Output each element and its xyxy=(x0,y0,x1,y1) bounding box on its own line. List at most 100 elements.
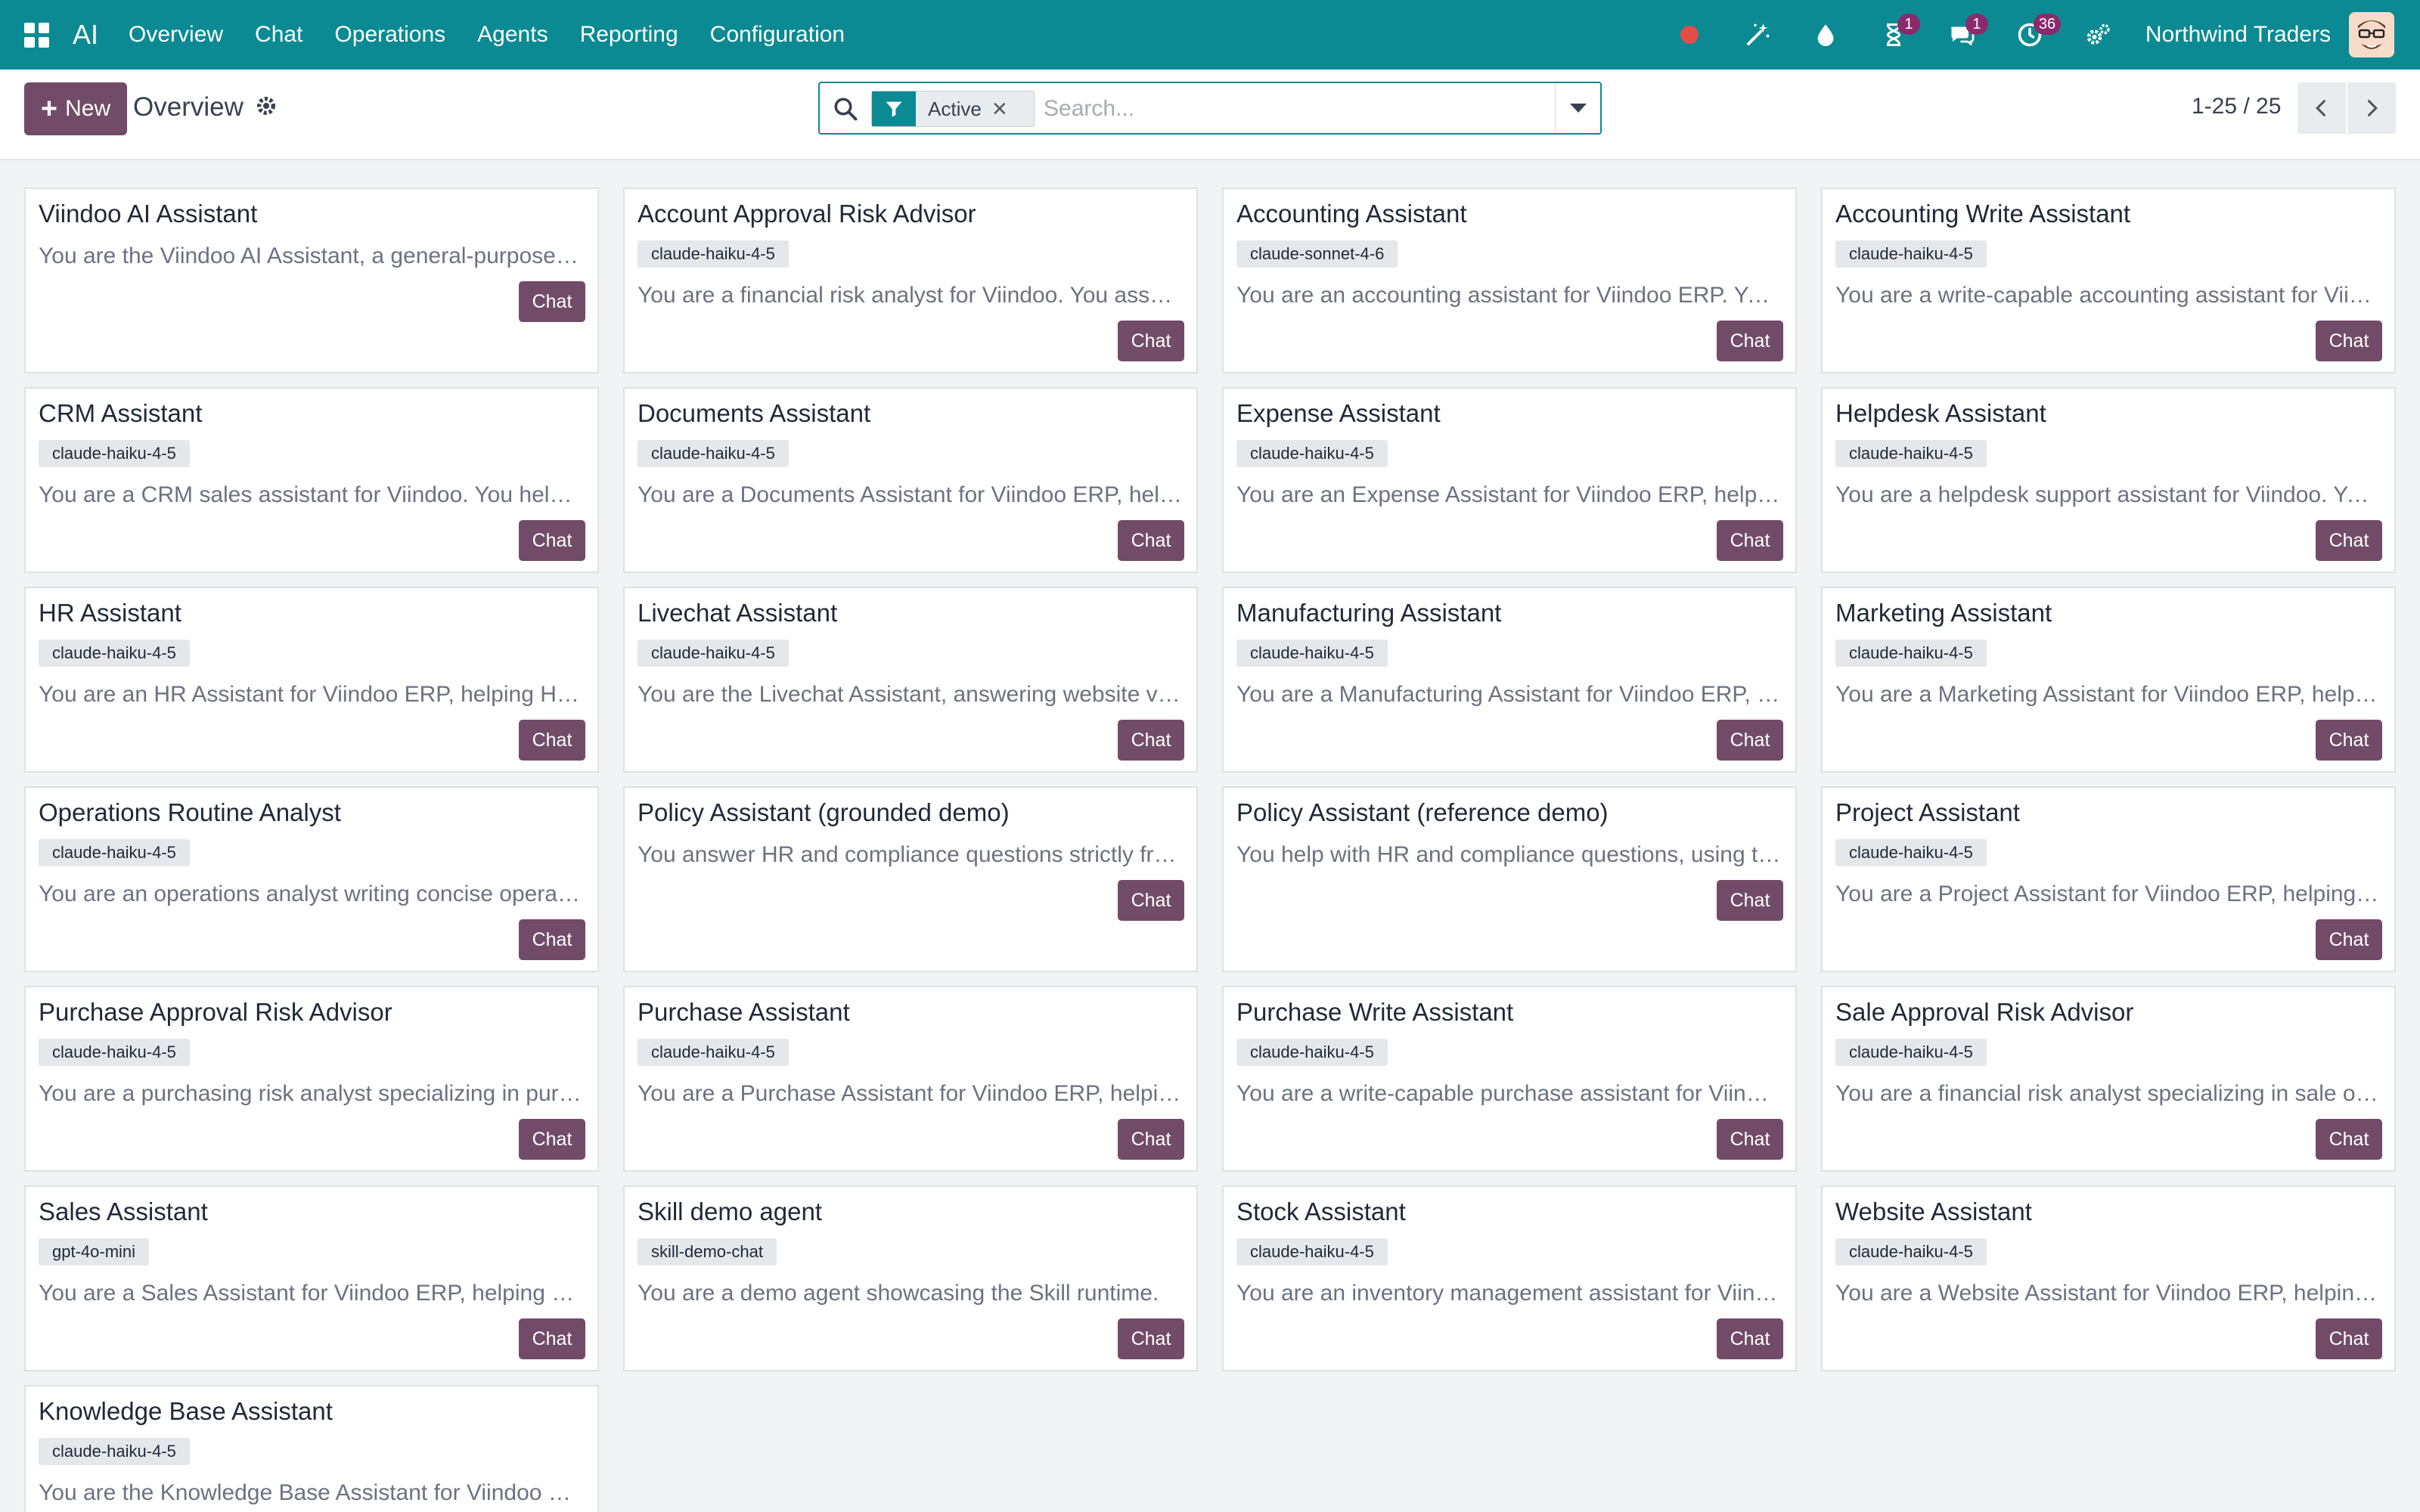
search-icon[interactable] xyxy=(832,95,859,122)
agent-card[interactable]: Accounting Write Assistant claude-haiku-4… xyxy=(1821,187,2396,373)
agent-card[interactable]: CRM Assistant claude-haiku-4-5 You are a C… xyxy=(24,387,599,573)
pager-next-button[interactable] xyxy=(2347,82,2396,134)
chat-button[interactable]: Chat xyxy=(1118,321,1184,361)
chat-button[interactable]: Chat xyxy=(1717,720,1783,761)
menu-reporting[interactable]: Reporting xyxy=(580,22,678,48)
avatar-face-svg xyxy=(2349,12,2394,57)
chat-button[interactable]: Chat xyxy=(519,720,585,761)
activities-badge: 1 xyxy=(1897,14,1920,35)
agent-description: You are a Sales Assistant for Viindoo ER… xyxy=(39,1281,583,1306)
model-tag: skill-demo-chat xyxy=(638,1238,777,1266)
agent-description: You are a CRM sales assistant for Viindo… xyxy=(39,482,583,507)
agent-card[interactable]: Accounting Assistant claude-sonnet-4-6 You… xyxy=(1222,187,1797,373)
systray: 1 1 36 Northwind Traders xyxy=(1655,0,2420,70)
menu-agents[interactable]: Agents xyxy=(477,22,548,48)
action-gear-icon[interactable] xyxy=(254,94,278,118)
chat-button[interactable]: Chat xyxy=(1118,720,1184,761)
agent-name: Account Approval Risk Advisor xyxy=(638,200,976,228)
agent-card[interactable]: Operations Routine Analyst claude-haiku-4… xyxy=(24,786,599,972)
new-button[interactable]: + New xyxy=(24,82,127,135)
agent-card[interactable]: Policy Assistant (reference demo) You hel… xyxy=(1222,786,1797,972)
agent-description: You are a Documents Assistant for Viindo… xyxy=(638,482,1182,507)
agent-card[interactable]: Manufacturing Assistant claude-haiku-4-5 Y… xyxy=(1222,587,1797,773)
menu-operations[interactable]: Operations xyxy=(334,22,445,48)
agent-card[interactable]: Account Approval Risk Advisor claude-haik… xyxy=(623,187,1198,373)
chat-button[interactable]: Chat xyxy=(2316,520,2382,561)
agent-card[interactable]: Marketing Assistant claude-haiku-4-5 You a… xyxy=(1821,587,2396,773)
water-drop-icon[interactable] xyxy=(1792,0,1860,70)
agent-name: Marketing Assistant xyxy=(1835,599,2052,627)
pager-previous-button[interactable] xyxy=(2297,82,2346,134)
agent-card[interactable]: Sales Assistant gpt-4o-mini You are a Sale… xyxy=(24,1185,599,1371)
chat-button[interactable]: Chat xyxy=(1118,880,1184,921)
agent-card[interactable]: Viindoo AI Assistant You are the Viindoo … xyxy=(24,187,599,373)
water-drop-svg xyxy=(1817,24,1834,46)
agent-card[interactable]: Purchase Assistant claude-haiku-4-5 You ar… xyxy=(623,986,1198,1172)
agent-card[interactable]: Skill demo agent skill-demo-chat You are a… xyxy=(623,1185,1198,1371)
agent-description: You are a Project Assistant for Viindoo … xyxy=(1835,881,2380,906)
chat-button[interactable]: Chat xyxy=(519,520,585,561)
agent-card[interactable]: Purchase Write Assistant claude-haiku-4-5… xyxy=(1222,986,1797,1172)
agent-card[interactable]: Livechat Assistant claude-haiku-4-5 You ar… xyxy=(623,587,1198,773)
facet-label: Active xyxy=(928,97,982,120)
agent-name: Sale Approval Risk Advisor xyxy=(1835,998,2134,1026)
settings-gears-icon[interactable] xyxy=(2064,0,2132,70)
messages-icon[interactable]: 1 xyxy=(1928,0,1996,70)
agent-description: You are the Livechat Assistant, answerin… xyxy=(638,682,1182,707)
agent-card[interactable]: Project Assistant claude-haiku-4-5 You are… xyxy=(1821,786,2396,972)
chat-button[interactable]: Chat xyxy=(1717,321,1783,361)
recording-indicator[interactable] xyxy=(1655,0,1723,70)
agent-name: Stock Assistant xyxy=(1236,1198,1406,1225)
menu-chat[interactable]: Chat xyxy=(255,22,302,48)
agent-card[interactable]: Stock Assistant claude-haiku-4-5 You are a… xyxy=(1222,1185,1797,1371)
agent-kanban: Viindoo AI Assistant You are the Viindoo … xyxy=(24,187,2396,1512)
agent-card[interactable]: Website Assistant claude-haiku-4-5 You are… xyxy=(1821,1185,2396,1371)
agent-description: You are an inventory management assistan… xyxy=(1236,1281,1781,1306)
chat-button[interactable]: Chat xyxy=(2316,720,2382,761)
chat-button[interactable]: Chat xyxy=(2316,1318,2382,1359)
chat-button[interactable]: Chat xyxy=(2316,919,2382,960)
menu-overview[interactable]: Overview xyxy=(129,22,223,48)
activity-clock-icon[interactable]: 36 xyxy=(1996,0,2064,70)
agent-name: HR Assistant xyxy=(39,599,182,627)
pager-value[interactable]: 1-25 / 25 xyxy=(2192,94,2281,119)
remove-facet-icon[interactable]: × xyxy=(992,91,1007,126)
agent-name: Skill demo agent xyxy=(638,1198,822,1225)
gears-svg xyxy=(2086,23,2110,45)
company-switcher[interactable]: Northwind Traders xyxy=(2145,22,2331,48)
model-tag: gpt-4o-mini xyxy=(39,1238,150,1266)
recording-dot-icon xyxy=(1680,26,1699,44)
agent-card[interactable]: Helpdesk Assistant claude-haiku-4-5 You ar… xyxy=(1821,387,2396,573)
agent-description: You are a demo agent showcasing the Skil… xyxy=(638,1281,1159,1306)
agent-card[interactable]: HR Assistant claude-haiku-4-5 You are an H… xyxy=(24,587,599,773)
chat-button[interactable]: Chat xyxy=(519,1318,585,1359)
search-input[interactable] xyxy=(1044,91,1565,127)
chat-button[interactable]: Chat xyxy=(519,1119,585,1160)
chat-button[interactable]: Chat xyxy=(519,919,585,960)
chat-button[interactable]: Chat xyxy=(1717,1318,1783,1359)
agent-name: Purchase Approval Risk Advisor xyxy=(39,998,392,1026)
magic-wand-icon[interactable] xyxy=(1723,0,1792,70)
agent-card[interactable]: Knowledge Base Assistant claude-haiku-4-5… xyxy=(24,1385,599,1512)
agent-card[interactable]: Sale Approval Risk Advisor claude-haiku-4… xyxy=(1821,986,2396,1172)
chat-button[interactable]: Chat xyxy=(2316,321,2382,361)
activities-icon[interactable]: 1 xyxy=(1860,0,1928,70)
chat-button[interactable]: Chat xyxy=(1118,520,1184,561)
chat-button[interactable]: Chat xyxy=(1717,1119,1783,1160)
agent-card[interactable]: Expense Assistant claude-haiku-4-5 You are… xyxy=(1222,387,1797,573)
apps-menu-icon[interactable] xyxy=(0,0,73,70)
chat-button[interactable]: Chat xyxy=(519,281,585,322)
chat-button[interactable]: Chat xyxy=(1118,1119,1184,1160)
search-options-toggle[interactable] xyxy=(1555,83,1600,133)
user-avatar[interactable] xyxy=(2349,12,2394,57)
menu-configuration[interactable]: Configuration xyxy=(710,22,845,48)
agent-card[interactable]: Purchase Approval Risk Advisor claude-hai… xyxy=(24,986,599,1172)
app-brand[interactable]: AI xyxy=(73,19,98,51)
agent-card[interactable]: Policy Assistant (grounded demo) You answ… xyxy=(623,786,1198,972)
chat-button[interactable]: Chat xyxy=(1118,1318,1184,1359)
chat-button[interactable]: Chat xyxy=(1717,880,1783,921)
agent-name: Sales Assistant xyxy=(39,1198,208,1225)
chat-button[interactable]: Chat xyxy=(1717,520,1783,561)
agent-card[interactable]: Documents Assistant claude-haiku-4-5 You a… xyxy=(623,387,1198,573)
chat-button[interactable]: Chat xyxy=(2316,1119,2382,1160)
